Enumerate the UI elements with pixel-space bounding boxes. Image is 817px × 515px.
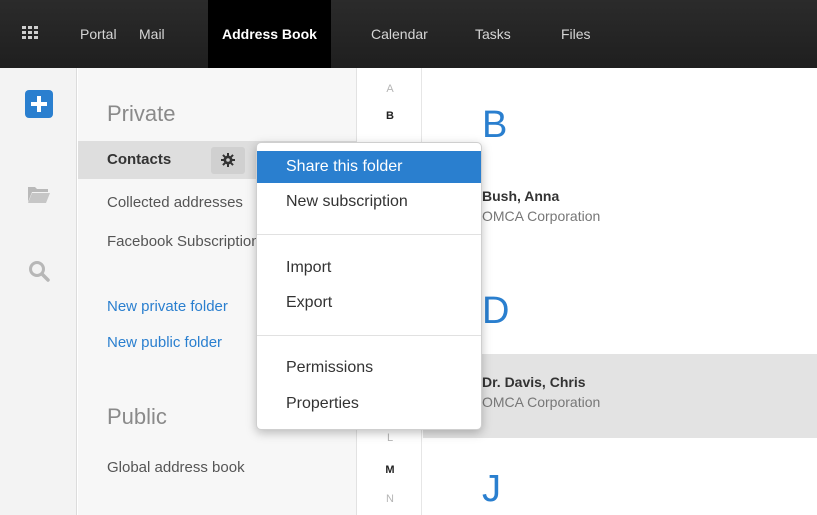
left-rail [0,68,77,515]
folder-contacts-label: Contacts [107,151,172,168]
new-private-folder-link[interactable]: New private folder [107,298,267,315]
contact-name: Dr. Davis, Chris [482,374,586,390]
menu-share-folder[interactable]: Share this folder [257,151,481,183]
menu-import[interactable]: Import [257,252,481,284]
alpha-letter[interactable]: N [358,493,422,505]
nav-mail[interactable]: Mail [139,0,165,68]
alpha-letter[interactable]: B [358,110,422,122]
alpha-letter[interactable]: M [358,464,422,476]
group-letter-heading: B [482,104,508,146]
contact-company: OMCA Corporation [482,208,601,224]
contact-row-selected[interactable]: Dr. Davis, Chris OMCA Corporation [423,354,817,438]
folder-collected-addresses[interactable]: Collected addresses [107,194,267,211]
top-navigation-bar: Portal Mail Address Book Calendar Tasks … [0,0,817,68]
group-letter-heading: J [482,468,501,510]
gear-icon [221,153,235,167]
folder-facebook-subscription[interactable]: Facebook Subscription [107,233,267,250]
private-section-title: Private [107,101,176,126]
contact-list: B Bush, Anna OMCA Corporation D Dr. Davi… [423,68,817,515]
public-section-title: Public [107,404,167,429]
menu-divider [257,234,481,235]
new-public-folder-link[interactable]: New public folder [107,334,267,351]
menu-permissions[interactable]: Permissions [257,352,481,384]
folder-open-icon[interactable] [27,184,51,204]
nav-calendar[interactable]: Calendar [371,0,428,68]
nav-tasks[interactable]: Tasks [475,0,511,68]
search-icon[interactable] [28,260,50,282]
folder-context-menu: Share this folder New subscription Impor… [256,142,482,430]
nav-files[interactable]: Files [561,0,591,68]
folder-options-button[interactable] [211,147,245,174]
contact-row[interactable]: Bush, Anna OMCA Corporation [423,188,817,272]
grid-icon[interactable] [22,26,38,40]
plus-icon[interactable] [25,90,53,118]
menu-new-subscription[interactable]: New subscription [257,186,481,218]
nav-portal[interactable]: Portal [80,0,117,68]
menu-properties[interactable]: Properties [257,388,481,420]
menu-export[interactable]: Export [257,287,481,319]
contact-company: OMCA Corporation [482,394,601,410]
menu-divider [257,335,481,336]
nav-address-book[interactable]: Address Book [208,0,331,68]
alpha-letter[interactable]: L [358,432,422,444]
contact-name: Bush, Anna [482,188,560,204]
group-letter-heading: D [482,290,510,332]
folder-global-address-book[interactable]: Global address book [107,459,267,476]
alpha-letter[interactable]: A [358,83,422,95]
